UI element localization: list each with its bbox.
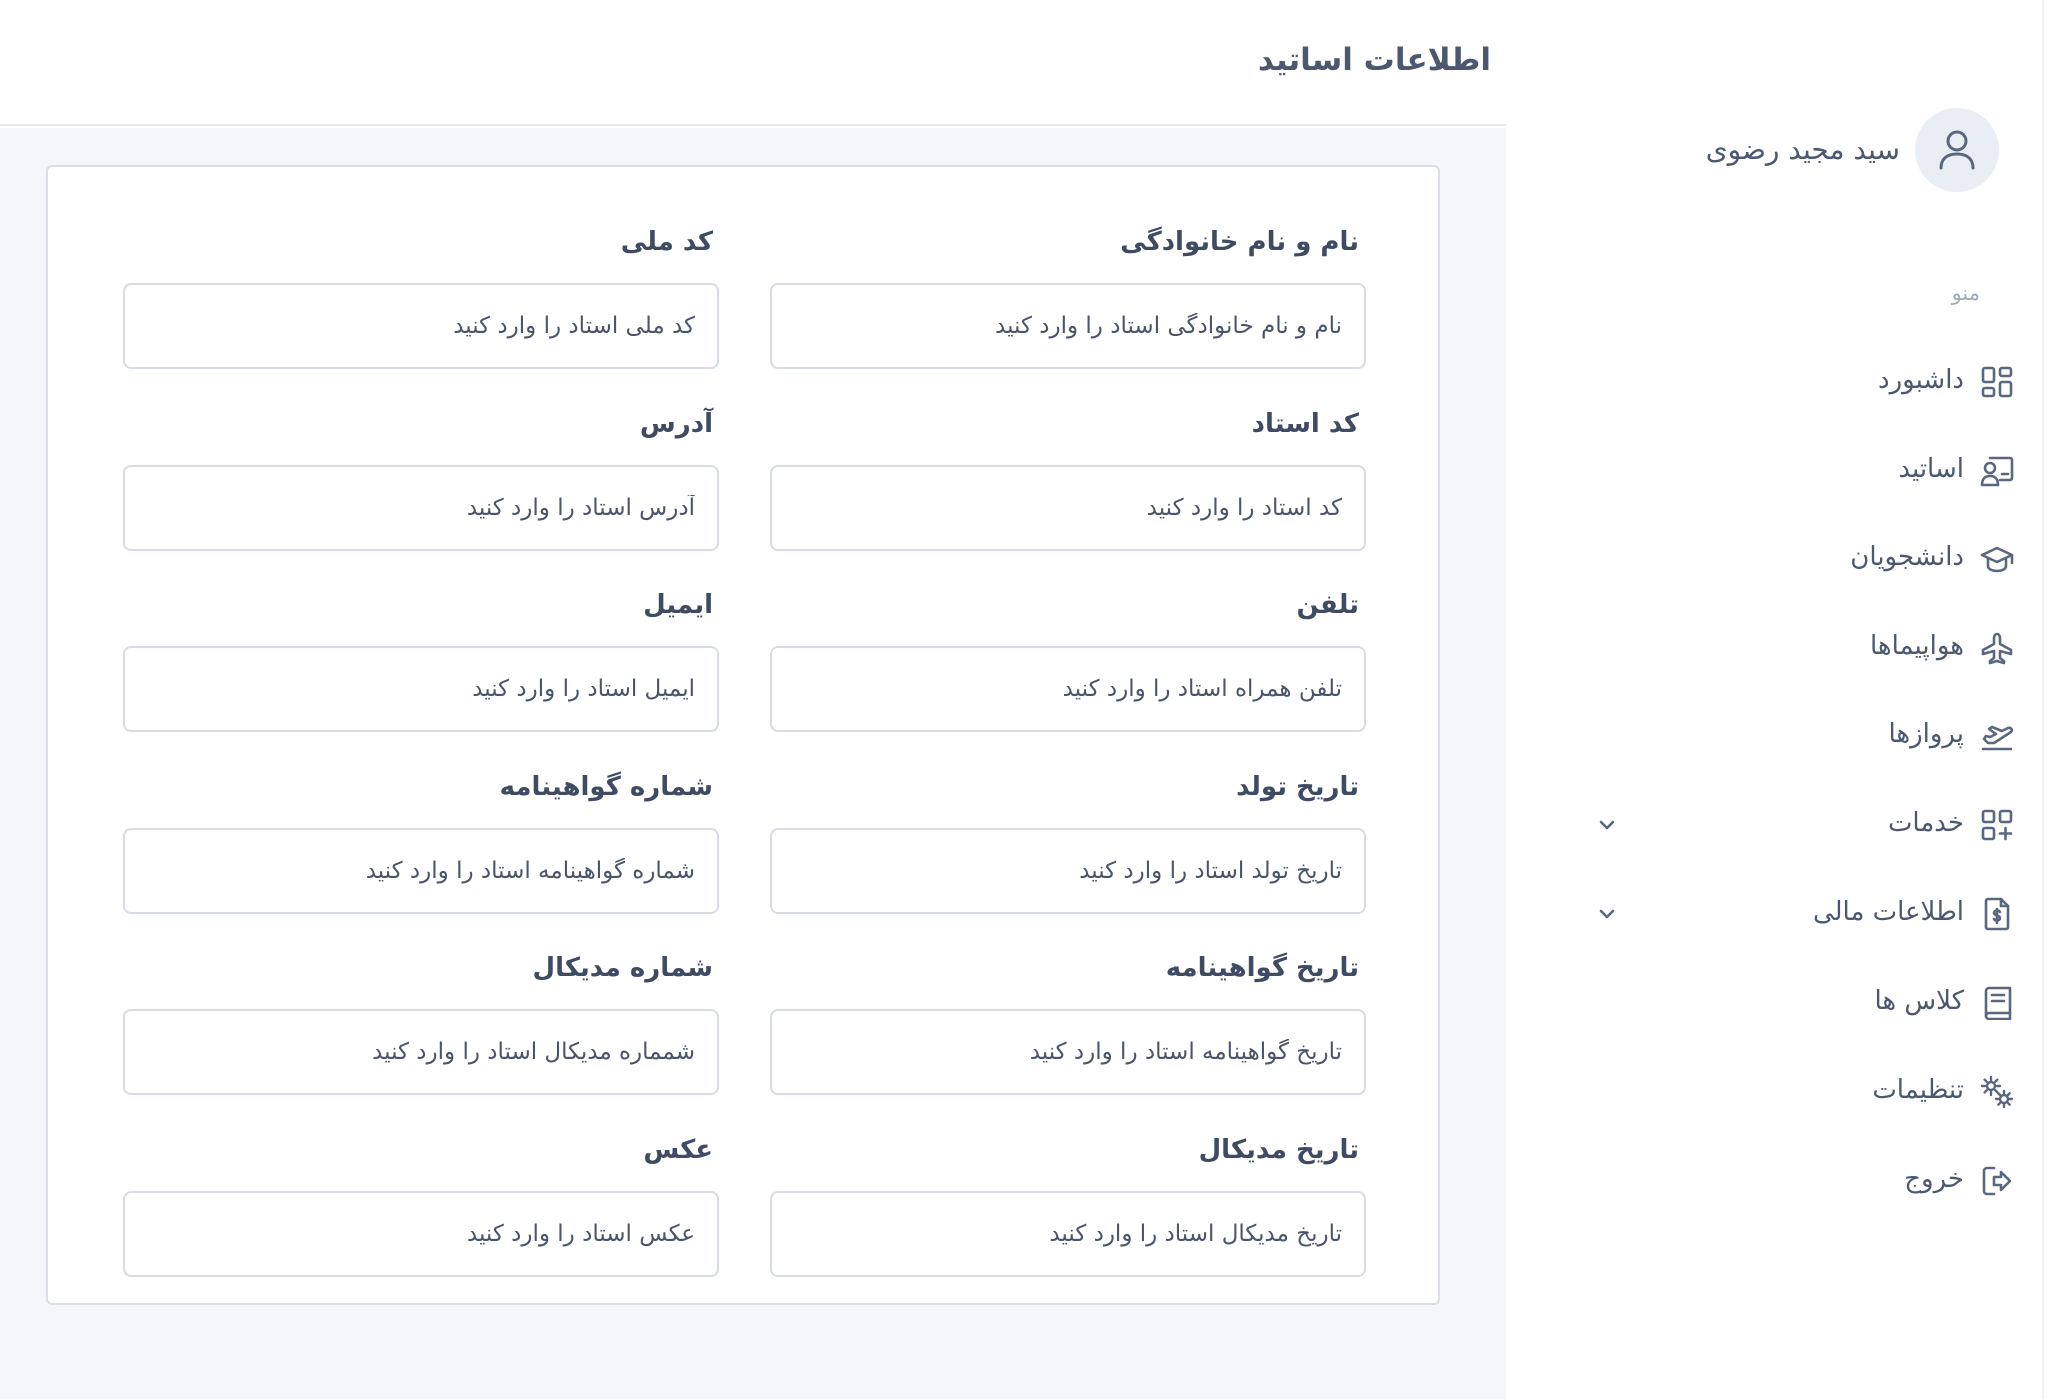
address-input[interactable]	[123, 465, 719, 551]
address-label: آدرس	[639, 409, 713, 439]
page-title: اطلاعات اساتید	[1257, 42, 1491, 78]
sidebar-item-label: دانشجویان	[1850, 542, 1964, 572]
teacher-icon	[1980, 456, 2014, 487]
medical-number-label: شماره مدیکال	[532, 953, 713, 983]
avatar[interactable]	[1915, 108, 1999, 192]
sidebar-item-label: اساتید	[1898, 454, 1964, 484]
photo-input[interactable]	[123, 1191, 719, 1277]
invoice-icon	[1984, 897, 2010, 931]
book-icon	[1984, 986, 2012, 1020]
sidebar-item-label: تنظیمات	[1872, 1075, 1964, 1105]
medical-date-input[interactable]	[770, 1191, 1366, 1277]
sidebar-item-dashboard[interactable]: داشبورد	[1546, 351, 2016, 411]
sidebar-item-airplanes[interactable]: هواپیماها	[1546, 617, 2016, 677]
license-number-input[interactable]	[123, 828, 719, 914]
settings-icon	[1980, 1075, 2014, 1109]
chevron-down-icon[interactable]	[1596, 814, 1618, 836]
logout-icon	[1982, 1166, 2012, 1196]
sidebar-item-students[interactable]: دانشجویان	[1546, 528, 2016, 588]
user-icon	[1939, 130, 1975, 170]
license-number-label: شماره گواهینامه	[499, 772, 713, 802]
birth-date-label: تاریخ تولد	[1236, 772, 1359, 802]
email-label: ایمیل	[643, 590, 713, 620]
sidebar-item-services[interactable]: خدمات	[1546, 794, 2016, 854]
airplane-icon	[1981, 632, 2013, 665]
full-name-input[interactable]	[770, 283, 1366, 369]
sidebar-item-label: هواپیماها	[1869, 631, 1964, 661]
sidebar-item-label: داشبورد	[1878, 365, 1964, 395]
phone-input[interactable]	[770, 646, 1366, 732]
sidebar-item-settings[interactable]: تنظیمات	[1546, 1061, 2016, 1121]
graduation-cap-icon	[1980, 546, 2014, 573]
email-input[interactable]	[123, 646, 719, 732]
sidebar-item-logout[interactable]: خروج	[1546, 1150, 2016, 1210]
sidebar-item-flights[interactable]: پروازها	[1546, 705, 2016, 765]
takeoff-icon	[1981, 725, 2014, 751]
teacher-form-card: نام و نام خانوادگی کد ملی کد استاد آدرس …	[46, 165, 1440, 1305]
sidebar-scrollbar[interactable]	[2042, 0, 2048, 1399]
national-code-label: کد ملی	[620, 227, 713, 257]
sidebar-item-teachers[interactable]: اساتید	[1546, 440, 2016, 500]
sidebar-item-label: پروازها	[1888, 719, 1964, 749]
sidebar-item-label: کلاس ها	[1874, 986, 1964, 1016]
medical-number-input[interactable]	[123, 1009, 719, 1095]
sidebar-item-label: خدمات	[1887, 808, 1964, 838]
sidebar-item-classes[interactable]: کلاس ها	[1546, 972, 2016, 1032]
sidebar-item-label: اطلاعات مالی	[1812, 897, 1964, 927]
teacher-code-input[interactable]	[770, 465, 1366, 551]
license-date-input[interactable]	[770, 1009, 1366, 1095]
birth-date-input[interactable]	[770, 828, 1366, 914]
add-grid-icon	[1981, 809, 2013, 841]
sidebar: سید مجید رضوی منو داشبورد اساتید دانشجوی…	[1506, 0, 2048, 1399]
chevron-down-icon[interactable]	[1596, 903, 1618, 925]
teacher-code-label: کد استاد	[1251, 409, 1359, 439]
phone-label: تلفن	[1296, 590, 1360, 620]
national-code-input[interactable]	[123, 283, 719, 369]
full-name-label: نام و نام خانوادگی	[1120, 227, 1359, 257]
sidebar-item-financial-info[interactable]: اطلاعات مالی	[1546, 883, 2016, 943]
photo-label: عکس	[643, 1135, 713, 1165]
sidebar-item-label: خروج	[1904, 1164, 1964, 1194]
sidebar-scrollbar-thumb[interactable]	[2042, 0, 2044, 1399]
menu-heading: منو	[1951, 281, 1980, 305]
license-date-label: تاریخ گواهینامه	[1165, 953, 1359, 983]
medical-date-label: تاریخ مدیکال	[1198, 1135, 1359, 1165]
top-bar: اطلاعات اساتید	[0, 0, 1506, 126]
user-name: سید مجید رضوی	[1705, 133, 1900, 166]
dashboard-icon	[1981, 366, 2013, 398]
